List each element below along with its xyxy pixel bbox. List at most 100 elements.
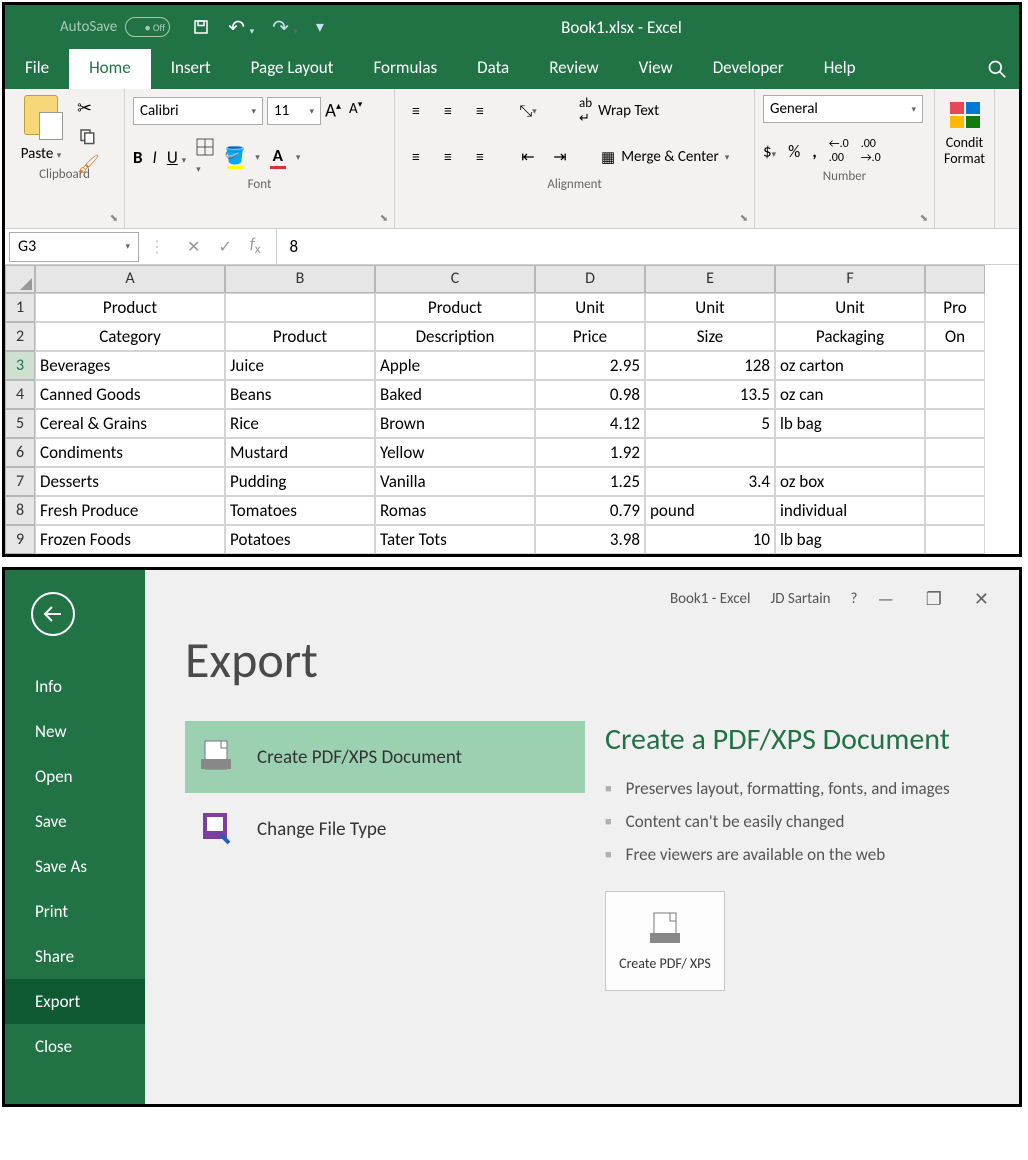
row-header[interactable]: 1 [5,293,35,322]
tab-help[interactable]: Help [804,49,876,89]
cell[interactable]: Unit [775,293,925,322]
fx-icon[interactable]: fx [250,235,261,257]
comma-format-button[interactable]: , [812,141,816,162]
cancel-icon[interactable]: ✕ [187,237,200,257]
cell[interactable]: Description [375,322,535,351]
cell[interactable]: oz carton [775,351,925,380]
sidebar-item-new[interactable]: New [5,709,145,754]
cell[interactable]: 10 [645,525,775,554]
cell[interactable] [925,496,985,525]
cell[interactable] [775,438,925,467]
row-header[interactable]: 2 [5,322,35,351]
cell[interactable]: Tater Tots [375,525,535,554]
sidebar-item-save-as[interactable]: Save As [5,844,145,889]
cell[interactable]: Packaging [775,322,925,351]
tab-view[interactable]: View [619,49,693,89]
cell[interactable]: Size [645,322,775,351]
cell[interactable]: Pudding [225,467,375,496]
cell[interactable]: Romas [375,496,535,525]
tab-page-layout[interactable]: Page Layout [231,49,354,89]
enter-icon[interactable]: ✓ [218,237,231,257]
cell[interactable]: Juice [225,351,375,380]
align-left-icon[interactable]: ≡ [403,145,429,169]
tab-data[interactable]: Data [457,49,529,89]
cell[interactable]: Beverages [35,351,225,380]
cell[interactable]: lb bag [775,525,925,554]
cell[interactable]: Product [375,293,535,322]
search-icon[interactable] [967,49,1019,89]
conditional-formatting-group[interactable]: ConditFormat [935,89,995,228]
decrease-decimal-button[interactable]: .00→.0 [861,137,881,165]
cell[interactable] [925,351,985,380]
tab-developer[interactable]: Developer [693,49,804,89]
row-header[interactable]: 6 [5,438,35,467]
cell[interactable] [925,467,985,496]
cell[interactable]: Tomatoes [225,496,375,525]
cell[interactable]: Beans [225,380,375,409]
align-top-icon[interactable]: ≡ [403,99,429,123]
number-format-dropdown[interactable]: General▾ [763,95,923,123]
tab-formulas[interactable]: Formulas [353,49,457,89]
column-header[interactable]: B [225,265,375,293]
column-header[interactable]: F [775,265,925,293]
fill-color-button[interactable]: 🪣 [224,145,245,169]
restore-icon[interactable]: ❐ [926,588,942,610]
underline-button[interactable]: U ▾ [167,147,186,168]
cell[interactable]: Baked [375,380,535,409]
redo-icon[interactable]: ↷ ▾ [272,15,298,40]
dialog-launcher-icon[interactable]: ⬊ [920,211,928,224]
tab-file[interactable]: File [5,49,69,89]
paste-button[interactable]: Paste ▾ [13,95,69,163]
cut-icon[interactable]: ✂ [77,97,100,119]
cell[interactable]: pound [645,496,775,525]
orientation-icon[interactable]: ⤡▾ [515,99,541,123]
name-box[interactable]: G3▾ [9,232,139,262]
cell[interactable]: Desserts [35,467,225,496]
cell[interactable]: Unit [535,293,645,322]
cell[interactable]: Unit [645,293,775,322]
cell[interactable]: oz can [775,380,925,409]
column-header[interactable]: A [35,265,225,293]
cell[interactable]: Yellow [375,438,535,467]
border-button[interactable]: ▾ [196,138,214,177]
cell[interactable]: lb bag [775,409,925,438]
tab-home[interactable]: Home [69,49,151,89]
dialog-launcher-icon[interactable]: ⬊ [110,211,118,224]
tab-review[interactable]: Review [529,49,618,89]
cell[interactable]: 128 [645,351,775,380]
autosave-toggle[interactable]: AutoSave ● Off [60,17,170,37]
copy-icon[interactable] [77,127,100,145]
sidebar-item-info[interactable]: Info [5,664,145,709]
cell[interactable]: oz box [775,467,925,496]
row-header[interactable]: 3 [5,351,35,380]
dialog-launcher-icon[interactable]: ⬊ [380,211,388,224]
cell[interactable]: 1.25 [535,467,645,496]
cell[interactable]: Product [35,293,225,322]
increase-font-icon[interactable]: A▴ [325,99,341,122]
cell[interactable] [925,525,985,554]
sidebar-item-open[interactable]: Open [5,754,145,799]
create-pdf-xps-button[interactable]: Create PDF/ XPS [605,891,725,991]
sidebar-item-close[interactable]: Close [5,1024,145,1069]
percent-format-button[interactable]: % [788,141,800,162]
sidebar-item-save[interactable]: Save [5,799,145,844]
cell[interactable]: 3.98 [535,525,645,554]
increase-indent-icon[interactable]: ⇥ [547,145,573,169]
cell[interactable]: 3.4 [645,467,775,496]
cell[interactable]: 4.12 [535,409,645,438]
cell[interactable]: Price [535,322,645,351]
decrease-font-icon[interactable]: A▾ [349,99,362,122]
decrease-indent-icon[interactable]: ⇤ [515,145,541,169]
row-header[interactable]: 7 [5,467,35,496]
cell[interactable]: On [925,322,985,351]
select-all-corner[interactable] [5,265,35,293]
cell[interactable]: Brown [375,409,535,438]
row-header[interactable]: 4 [5,380,35,409]
cell[interactable]: Category [35,322,225,351]
undo-icon[interactable]: ↶ ▾ [228,15,254,40]
tab-insert[interactable]: Insert [151,49,231,89]
font-name-dropdown[interactable]: Calibri▾ [133,97,263,125]
cell[interactable]: 13.5 [645,380,775,409]
cell[interactable]: Product [225,322,375,351]
cell[interactable] [925,409,985,438]
